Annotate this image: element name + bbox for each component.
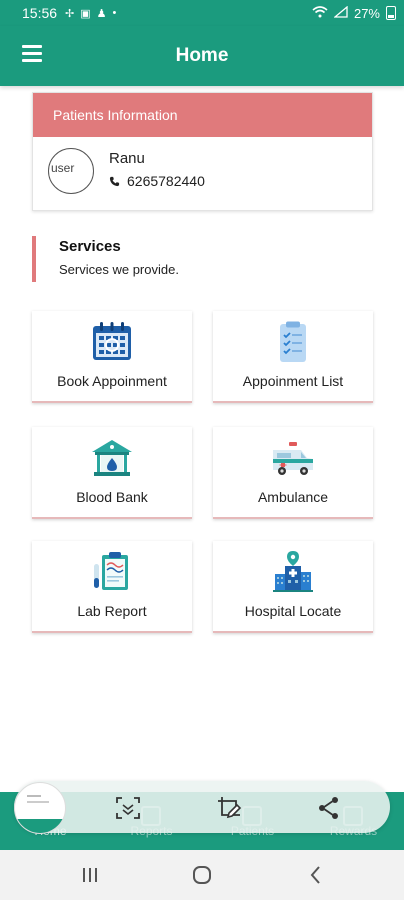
tile-label: Blood Bank (76, 489, 148, 505)
phone-icon (109, 176, 120, 186)
wifi-icon (312, 5, 328, 21)
avatar: user (48, 148, 94, 194)
signal-icon (333, 5, 348, 21)
scan-icon[interactable] (115, 795, 141, 821)
services-title: Services (59, 238, 121, 255)
tile-label: Ambulance (257, 489, 329, 505)
hamburger-menu-icon[interactable] (22, 45, 42, 63)
share-icon[interactable] (316, 795, 342, 821)
back-icon[interactable] (304, 863, 328, 887)
dot-icon: • (112, 7, 117, 19)
ambulance-icon (273, 442, 313, 475)
notification-bell-icon: ♟ (96, 7, 107, 20)
lab-report-icon (94, 552, 128, 590)
patient-phone-number: 6265782440 (127, 173, 205, 189)
clipboard-checklist-icon (280, 321, 306, 362)
fan-icon: ✢ (65, 7, 75, 20)
notification-icons: ✢ ▣ ♟ • (65, 7, 116, 20)
tile-label: Hospital Locate (244, 603, 342, 619)
hospital-location-icon (273, 551, 313, 592)
ambulance-tile[interactable]: Ambulance (213, 427, 373, 519)
status-bar: 15:56 ✢ ▣ ♟ • 27% (0, 0, 404, 26)
gallery-icon: ▣ (80, 7, 91, 20)
hospital-locate-tile[interactable]: Hospital Locate (213, 541, 373, 633)
book-appointment-tile[interactable]: Book Appoinment (32, 311, 192, 403)
tile-label: Appoinment List (242, 373, 344, 389)
services-subtitle: Services we provide. (59, 262, 179, 277)
blood-bank-tile[interactable]: Blood Bank (32, 427, 192, 519)
app-bar: Home (0, 26, 404, 86)
tile-label: Book Appoinment (57, 373, 167, 389)
tile-label: Lab Report (77, 603, 147, 619)
screenshot-thumbnail[interactable] (14, 782, 66, 834)
home-button-icon[interactable] (190, 863, 214, 887)
services-section-header: Services Services we provide. (32, 236, 372, 282)
status-time: 15:56 (22, 5, 58, 21)
system-navigation-bar (0, 850, 404, 900)
patient-card-header: Patients Information (33, 93, 372, 137)
blood-bank-icon (92, 440, 132, 476)
patient-info-card[interactable]: Patients Information user Ranu 626578244… (32, 92, 373, 211)
lab-report-tile[interactable]: Lab Report (32, 541, 192, 633)
edit-screenshot-icon[interactable] (216, 795, 242, 821)
appointment-list-tile[interactable]: Appoinment List (213, 311, 373, 403)
calendar-icon (93, 322, 131, 360)
page-title: Home (175, 45, 229, 66)
battery-icon (386, 6, 396, 20)
patient-phone: 6265782440 (109, 173, 205, 189)
patient-name: Ranu (109, 150, 145, 167)
recent-apps-icon[interactable] (78, 863, 102, 887)
battery-percent: 27% (353, 5, 380, 21)
